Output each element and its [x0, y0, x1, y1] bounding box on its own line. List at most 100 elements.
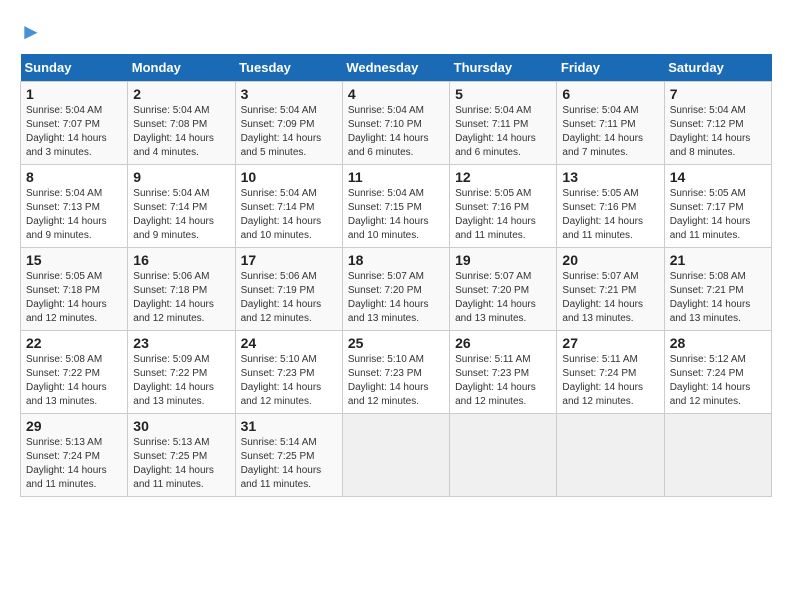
- day-number: 29: [26, 418, 122, 434]
- day-number: 16: [133, 252, 229, 268]
- calendar-cell: 7 Sunrise: 5:04 AMSunset: 7:12 PMDaylight…: [664, 82, 771, 165]
- day-number: 1: [26, 86, 122, 102]
- calendar-cell: 14Sunrise: 5:05 AMSunset: 7:17 PMDayligh…: [664, 165, 771, 248]
- day-info: Sunrise: 5:14 AMSunset: 7:25 PMDaylight:…: [241, 436, 337, 492]
- calendar-cell: 27Sunrise: 5:11 AMSunset: 7:24 PMDayligh…: [557, 331, 664, 414]
- day-number: 25: [348, 335, 444, 351]
- day-info: Sunrise: 5:04 AMSunset: 7:11 PMDaylight:…: [562, 104, 658, 160]
- calendar-cell: 13 Sunrise: 5:05 AMSunset: 7:16 PMDayligh…: [557, 165, 664, 248]
- day-info: Sunrise: 5:09 AMSunset: 7:22 PMDaylight:…: [133, 353, 229, 409]
- calendar-cell: 22 Sunrise: 5:08 AMSunset: 7:22 PMDayligh…: [21, 331, 128, 414]
- day-number: 15: [26, 252, 122, 268]
- day-info: Sunrise: 5:07 AMSunset: 7:21 PMDaylight:…: [562, 270, 658, 326]
- calendar-cell: 28 Sunrise: 5:12 AMSunset: 7:24 PMDayligh…: [664, 331, 771, 414]
- day-number: 5: [455, 86, 551, 102]
- calendar-cell: 16 Sunrise: 5:06 AMSunset: 7:18 PMDayligh…: [128, 248, 235, 331]
- day-number: 30: [133, 418, 229, 434]
- calendar-cell: [664, 414, 771, 497]
- day-info: Sunrise: 5:13 AMSunset: 7:25 PMDaylight:…: [133, 436, 229, 492]
- calendar-cell: 31 Sunrise: 5:14 AMSunset: 7:25 PMDayligh…: [235, 414, 342, 497]
- calendar-cell: 3 Sunrise: 5:04 AMSunset: 7:09 PMDaylight…: [235, 82, 342, 165]
- calendar-cell: 23 Sunrise: 5:09 AMSunset: 7:22 PMDayligh…: [128, 331, 235, 414]
- day-info: Sunrise: 5:06 AMSunset: 7:18 PMDaylight:…: [133, 270, 229, 326]
- calendar-cell: 11Sunrise: 5:04 AMSunset: 7:15 PMDayligh…: [342, 165, 449, 248]
- day-number: 31: [241, 418, 337, 434]
- day-number: 19: [455, 252, 551, 268]
- day-info: Sunrise: 5:04 AMSunset: 7:15 PMDaylight:…: [348, 187, 444, 243]
- calendar-week-row: 8Sunrise: 5:04 AMSunset: 7:13 PMDaylight…: [21, 165, 772, 248]
- calendar-header-row: Sunday Monday Tuesday Wednesday Thursday…: [21, 54, 772, 82]
- day-info: Sunrise: 5:10 AMSunset: 7:23 PMDaylight:…: [241, 353, 337, 409]
- calendar-week-row: 29 Sunrise: 5:13 AMSunset: 7:24 PMDayligh…: [21, 414, 772, 497]
- day-info: Sunrise: 5:04 AMSunset: 7:12 PMDaylight:…: [670, 104, 766, 160]
- day-number: 22: [26, 335, 122, 351]
- header-monday: Monday: [128, 54, 235, 82]
- header-tuesday: Tuesday: [235, 54, 342, 82]
- calendar-week-row: 15 Sunrise: 5:05 AMSunset: 7:18 PMDayligh…: [21, 248, 772, 331]
- calendar-cell: 8Sunrise: 5:04 AMSunset: 7:13 PMDaylight…: [21, 165, 128, 248]
- day-info: Sunrise: 5:06 AMSunset: 7:19 PMDaylight:…: [241, 270, 337, 326]
- day-number: 12: [455, 169, 551, 185]
- calendar-cell: 30 Sunrise: 5:13 AMSunset: 7:25 PMDayligh…: [128, 414, 235, 497]
- day-info: Sunrise: 5:04 AMSunset: 7:14 PMDaylight:…: [241, 187, 337, 243]
- calendar-cell: [450, 414, 557, 497]
- day-number: 8: [26, 169, 122, 185]
- calendar-cell: 20 Sunrise: 5:07 AMSunset: 7:21 PMDayligh…: [557, 248, 664, 331]
- day-number: 26: [455, 335, 551, 351]
- calendar-cell: 25 Sunrise: 5:10 AMSunset: 7:23 PMDayligh…: [342, 331, 449, 414]
- day-info: Sunrise: 5:05 AMSunset: 7:18 PMDaylight:…: [26, 270, 122, 326]
- calendar-cell: 9 Sunrise: 5:04 AMSunset: 7:14 PMDaylight…: [128, 165, 235, 248]
- calendar-cell: 6 Sunrise: 5:04 AMSunset: 7:11 PMDaylight…: [557, 82, 664, 165]
- page-header: ►: [20, 20, 772, 44]
- header-thursday: Thursday: [450, 54, 557, 82]
- calendar-cell: 24 Sunrise: 5:10 AMSunset: 7:23 PMDayligh…: [235, 331, 342, 414]
- day-info: Sunrise: 5:04 AMSunset: 7:09 PMDaylight:…: [241, 104, 337, 160]
- day-info: Sunrise: 5:10 AMSunset: 7:23 PMDaylight:…: [348, 353, 444, 409]
- calendar-cell: 17 Sunrise: 5:06 AMSunset: 7:19 PMDayligh…: [235, 248, 342, 331]
- day-number: 23: [133, 335, 229, 351]
- calendar-cell: 10 Sunrise: 5:04 AMSunset: 7:14 PMDayligh…: [235, 165, 342, 248]
- calendar-week-row: 22 Sunrise: 5:08 AMSunset: 7:22 PMDayligh…: [21, 331, 772, 414]
- day-info: Sunrise: 5:05 AMSunset: 7:16 PMDaylight:…: [455, 187, 551, 243]
- day-number: 24: [241, 335, 337, 351]
- day-number: 9: [133, 169, 229, 185]
- day-info: Sunrise: 5:13 AMSunset: 7:24 PMDaylight:…: [26, 436, 122, 492]
- calendar-table: Sunday Monday Tuesday Wednesday Thursday…: [20, 54, 772, 497]
- day-number: 17: [241, 252, 337, 268]
- day-number: 10: [241, 169, 337, 185]
- day-number: 27: [562, 335, 658, 351]
- header-sunday: Sunday: [21, 54, 128, 82]
- calendar-cell: [557, 414, 664, 497]
- day-number: 13: [562, 169, 658, 185]
- day-number: 2: [133, 86, 229, 102]
- calendar-cell: 5Sunrise: 5:04 AMSunset: 7:11 PMDaylight…: [450, 82, 557, 165]
- day-number: 4: [348, 86, 444, 102]
- day-info: Sunrise: 5:12 AMSunset: 7:24 PMDaylight:…: [670, 353, 766, 409]
- day-info: Sunrise: 5:08 AMSunset: 7:21 PMDaylight:…: [670, 270, 766, 326]
- calendar-week-row: 1Sunrise: 5:04 AMSunset: 7:07 PMDaylight…: [21, 82, 772, 165]
- calendar-cell: 26 Sunrise: 5:11 AMSunset: 7:23 PMDayligh…: [450, 331, 557, 414]
- calendar-cell: 19 Sunrise: 5:07 AMSunset: 7:20 PMDayligh…: [450, 248, 557, 331]
- calendar-cell: 18Sunrise: 5:07 AMSunset: 7:20 PMDayligh…: [342, 248, 449, 331]
- day-info: Sunrise: 5:04 AMSunset: 7:10 PMDaylight:…: [348, 104, 444, 160]
- day-number: 7: [670, 86, 766, 102]
- day-info: Sunrise: 5:08 AMSunset: 7:22 PMDaylight:…: [26, 353, 122, 409]
- day-number: 20: [562, 252, 658, 268]
- day-info: Sunrise: 5:04 AMSunset: 7:08 PMDaylight:…: [133, 104, 229, 160]
- header-saturday: Saturday: [664, 54, 771, 82]
- day-info: Sunrise: 5:04 AMSunset: 7:14 PMDaylight:…: [133, 187, 229, 243]
- header-friday: Friday: [557, 54, 664, 82]
- day-info: Sunrise: 5:11 AMSunset: 7:23 PMDaylight:…: [455, 353, 551, 409]
- day-number: 28: [670, 335, 766, 351]
- day-number: 6: [562, 86, 658, 102]
- calendar-cell: 4 Sunrise: 5:04 AMSunset: 7:10 PMDaylight…: [342, 82, 449, 165]
- day-info: Sunrise: 5:07 AMSunset: 7:20 PMDaylight:…: [455, 270, 551, 326]
- calendar-cell: 15 Sunrise: 5:05 AMSunset: 7:18 PMDayligh…: [21, 248, 128, 331]
- day-info: Sunrise: 5:05 AMSunset: 7:16 PMDaylight:…: [562, 187, 658, 243]
- header-wednesday: Wednesday: [342, 54, 449, 82]
- day-number: 14: [670, 169, 766, 185]
- calendar-cell: [342, 414, 449, 497]
- day-number: 3: [241, 86, 337, 102]
- calendar-cell: 29 Sunrise: 5:13 AMSunset: 7:24 PMDayligh…: [21, 414, 128, 497]
- calendar-cell: 12 Sunrise: 5:05 AMSunset: 7:16 PMDayligh…: [450, 165, 557, 248]
